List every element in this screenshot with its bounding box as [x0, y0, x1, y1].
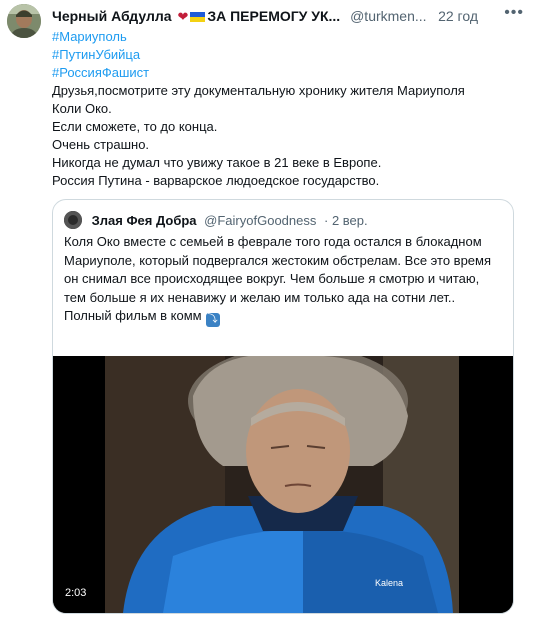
video-player[interactable]: Kalena 2:03 [53, 346, 513, 613]
arrow-down-right-icon: ⤵ [205, 313, 220, 327]
avatar[interactable] [7, 4, 41, 38]
tweet[interactable]: Черный Абдулла ❤ ЗА ПЕРЕМОГУ УК... @turkm… [0, 0, 534, 622]
heart-icon: ❤ [177, 9, 189, 24]
video-duration: 2:03 [65, 587, 87, 599]
tweet-text: Друзья,посмотрите эту документальную хро… [52, 82, 522, 190]
author-name[interactable]: Черный Абдулла [52, 8, 172, 24]
quoted-text-body: Коля Око вместе с семьей в феврале того … [64, 234, 492, 305]
quoted-author-name[interactable]: Злая Фея Добра [92, 213, 197, 228]
tweet-text-line: Никогда не думал что увижу такое в 21 ве… [52, 155, 382, 170]
quoted-tweet-text: Коля Око вместе с семьей в феврале того … [64, 233, 504, 327]
hashtag-list: #Мариуполь #ПутинУбийца #РоссияФашист [52, 28, 149, 82]
tweet-timestamp[interactable]: 22 год [438, 8, 478, 24]
quoted-cta-text: Полный фильм в комм [64, 308, 202, 323]
quoted-tweet[interactable]: Злая Фея Добра @FairyofGoodness · 2 вер.… [52, 199, 514, 614]
quoted-timestamp[interactable]: · 2 вер. [324, 213, 368, 228]
tweet-text-line: Друзья,посмотрите эту документальную хро… [52, 83, 465, 98]
tweet-text-line: Россия Путина - варварское людоедское го… [52, 173, 380, 188]
author-name-suffix[interactable]: ЗА ПЕРЕМОГУ УК... [207, 8, 340, 24]
hashtag-link[interactable]: #РоссияФашист [52, 64, 149, 82]
hashtag-link[interactable]: #ПутинУбийца [52, 46, 149, 64]
more-options-icon[interactable]: ••• [504, 5, 524, 21]
jacket-logo-text: Kalena [375, 578, 403, 588]
tweet-header: Черный Абдулла ❤ ЗА ПЕРЕМОГУ УК... @turkm… [52, 5, 524, 25]
quoted-tweet-header: Злая Фея Добра @FairyofGoodness · 2 вер. [64, 211, 368, 229]
tweet-text-line: Очень страшно. [52, 137, 150, 152]
ukraine-flag-icon [190, 12, 206, 22]
quoted-avatar[interactable] [64, 211, 82, 229]
quoted-author-handle[interactable]: @FairyofGoodness [204, 213, 316, 228]
avatar-image [7, 4, 41, 38]
tweet-text-line: Коли Око. [52, 101, 112, 116]
video-thumbnail: Kalena [53, 346, 513, 613]
hashtag-link[interactable]: #Мариуполь [52, 28, 149, 46]
tweet-text-line: Если сможете, то до конца. [52, 119, 218, 134]
author-handle[interactable]: @turkmen... [350, 8, 426, 24]
